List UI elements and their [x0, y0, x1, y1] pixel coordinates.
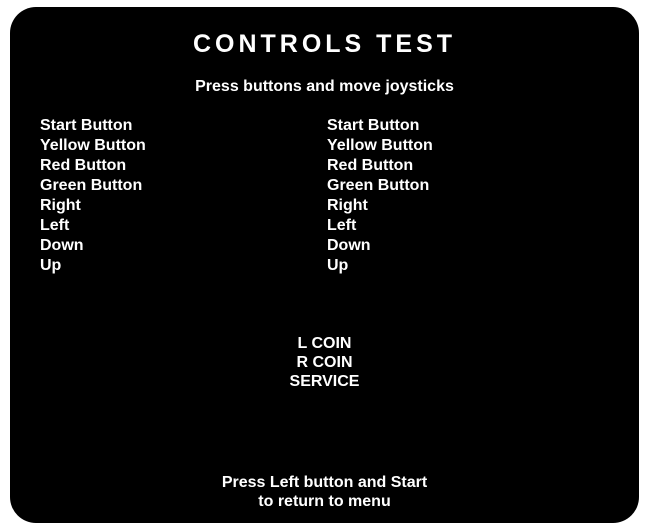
p2-left-indicator: Left — [327, 217, 357, 234]
p2-green-button-indicator: Green Button — [327, 177, 430, 194]
p1-yellow-button-indicator: Yellow Button — [40, 137, 146, 154]
instructions-text: Press buttons and move joysticks — [195, 78, 454, 95]
exit-instructions-line2: to return to menu — [258, 493, 391, 510]
right-coin-indicator: R COIN — [296, 354, 353, 371]
player1-controls-list: Start Button Yellow Button Red Button Gr… — [40, 116, 146, 276]
p1-left-indicator: Left — [40, 217, 70, 234]
p2-yellow-button-indicator: Yellow Button — [327, 137, 433, 154]
left-coin-indicator: L COIN — [297, 335, 352, 352]
switches-list: L COIN R COIN SERVICE — [10, 334, 639, 391]
p1-green-button-indicator: Green Button — [40, 177, 143, 194]
exit-instructions: Press Left button and Start to return to… — [10, 473, 639, 511]
p2-red-button-indicator: Red Button — [327, 157, 414, 174]
p2-right-indicator: Right — [327, 197, 368, 214]
p2-up-indicator: Up — [327, 257, 349, 274]
controls-test-screen: CONTROLS TEST Press buttons and move joy… — [10, 7, 639, 523]
exit-instructions-line1: Press Left button and Start — [221, 474, 428, 491]
p1-right-indicator: Right — [40, 197, 81, 214]
player2-controls-list: Start Button Yellow Button Red Button Gr… — [327, 116, 433, 276]
p1-red-button-indicator: Red Button — [40, 157, 127, 174]
page-title: CONTROLS TEST — [192, 30, 457, 58]
p2-down-indicator: Down — [327, 237, 371, 254]
p2-start-button-indicator: Start Button — [327, 117, 420, 134]
p1-start-button-indicator: Start Button — [40, 117, 133, 134]
p1-up-indicator: Up — [40, 257, 62, 274]
p1-down-indicator: Down — [40, 237, 84, 254]
service-indicator: SERVICE — [289, 373, 360, 390]
